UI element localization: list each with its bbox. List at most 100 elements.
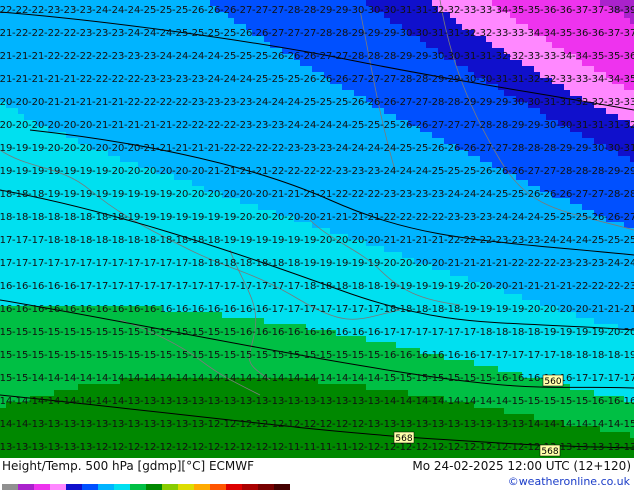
temperature-value: -12 <box>236 419 252 430</box>
temperature-value: -19 <box>300 258 316 269</box>
temperature-value: -22 <box>60 51 76 62</box>
temperature-value: -24 <box>572 235 588 246</box>
temperature-value: -16 <box>12 304 28 315</box>
temperature-value: -19 <box>380 281 396 292</box>
temperature-value: -15 <box>252 350 268 361</box>
temperature-value: -15 <box>92 327 108 338</box>
temperature-value: -15 <box>108 327 124 338</box>
temperature-value: -19 <box>124 189 140 200</box>
temperature-value: -13 <box>204 396 220 407</box>
temperature-value: -16 <box>28 281 44 292</box>
temperature-value: -14 <box>0 419 12 430</box>
temperature-value: -29 <box>556 143 572 154</box>
temperature-value: -13 <box>620 442 634 453</box>
temperature-value: -23 <box>236 120 252 131</box>
temperature-value: -25 <box>556 212 572 223</box>
temperature-value: -37 <box>620 28 634 39</box>
temperature-value: -28 <box>476 120 492 131</box>
temperature-value: -21 <box>44 74 60 85</box>
temperature-value: -22 <box>332 189 348 200</box>
temperature-value: -12 <box>380 442 396 453</box>
temperature-value: -21 <box>380 235 396 246</box>
temperature-value: -16 <box>28 304 44 315</box>
temperature-value: -17 <box>12 235 28 246</box>
temperature-value: -29 <box>524 120 540 131</box>
temperature-value: -12 <box>220 419 236 430</box>
temperature-value: -26 <box>476 166 492 177</box>
temperature-value: -15 <box>220 327 236 338</box>
temperature-value: -25 <box>252 74 268 85</box>
temperature-value: -14 <box>0 396 12 407</box>
temperature-value: -29 <box>620 166 634 177</box>
temperature-value: -12 <box>140 442 156 453</box>
temperature-value: -29 <box>460 97 476 108</box>
temperature-value: -24 <box>412 166 428 177</box>
temperature-value: -15 <box>172 327 188 338</box>
temperature-value: -32 <box>524 74 540 85</box>
credit-link[interactable]: ©weatheronline.co.uk <box>508 475 630 488</box>
temperature-value: -17 <box>28 258 44 269</box>
temperature-value: -12 <box>124 442 140 453</box>
temperature-value: -22 <box>12 5 28 16</box>
temperature-value: -18 <box>220 258 236 269</box>
temperature-value: -16 <box>428 350 444 361</box>
temperature-value: -19 <box>0 143 12 154</box>
temperature-value: -15 <box>316 350 332 361</box>
temperature-value: -24 <box>220 74 236 85</box>
temperature-value: -14 <box>44 396 60 407</box>
temperature-value: -17 <box>252 281 268 292</box>
temperature-value: -30 <box>604 143 620 154</box>
temperature-value: -34 <box>572 51 588 62</box>
temperature-value: -14 <box>492 396 508 407</box>
temperature-value: -21 <box>12 74 28 85</box>
temperature-value: -29 <box>508 120 524 131</box>
temperature-value: -18 <box>428 304 444 315</box>
temperature-value: -22 <box>428 212 444 223</box>
temperature-value: -30 <box>540 120 556 131</box>
temperature-value: -21 <box>0 74 12 85</box>
temperature-value: -21 <box>0 51 12 62</box>
temperature-value: -29 <box>332 5 348 16</box>
temperature-value: -16 <box>396 350 412 361</box>
temperature-value: -25 <box>204 28 220 39</box>
temperature-value: -25 <box>252 51 268 62</box>
temperature-value: -12 <box>444 442 460 453</box>
temperature-value: -17 <box>0 235 12 246</box>
temperature-value: -14 <box>572 419 588 430</box>
temperature-value: -17 <box>12 258 28 269</box>
temperature-value: -17 <box>284 304 300 315</box>
temperature-value: -39 <box>620 5 634 16</box>
temperature-value: -21 <box>444 258 460 269</box>
temperature-value: -29 <box>380 28 396 39</box>
temperature-value: -23 <box>92 28 108 39</box>
temperature-value: -24 <box>236 74 252 85</box>
temperature-value: -27 <box>572 189 588 200</box>
temperature-value: -25 <box>572 212 588 223</box>
temperature-value: -24 <box>172 51 188 62</box>
temperature-value: -27 <box>316 51 332 62</box>
temperature-value: -13 <box>0 442 12 453</box>
temperature-value: -14 <box>524 419 540 430</box>
temperature-value: -16 <box>156 304 172 315</box>
temperature-value: -24 <box>604 258 620 269</box>
temperature-value: -13 <box>444 419 460 430</box>
temperature-value: -16 <box>204 304 220 315</box>
temperature-value: -12 <box>460 442 476 453</box>
temperature-value: -23 <box>188 97 204 108</box>
temperature-value: -21 <box>156 120 172 131</box>
temperature-value: -20 <box>252 189 268 200</box>
temperature-value: -15 <box>268 350 284 361</box>
temperature-value: -32 <box>492 51 508 62</box>
temperature-value: -17 <box>140 281 156 292</box>
temperature-value: -21 <box>620 304 634 315</box>
temperature-value: -17 <box>60 258 76 269</box>
temperature-value: -14 <box>412 396 428 407</box>
temperature-value: -29 <box>476 97 492 108</box>
temperature-value: -20 <box>620 327 634 338</box>
temperature-value: -19 <box>444 281 460 292</box>
temperature-value: -15 <box>156 350 172 361</box>
temperature-value: -28 <box>284 5 300 16</box>
temperature-value: -18 <box>396 304 412 315</box>
temperature-value: -32 <box>476 28 492 39</box>
temperature-value: -16 <box>44 281 60 292</box>
